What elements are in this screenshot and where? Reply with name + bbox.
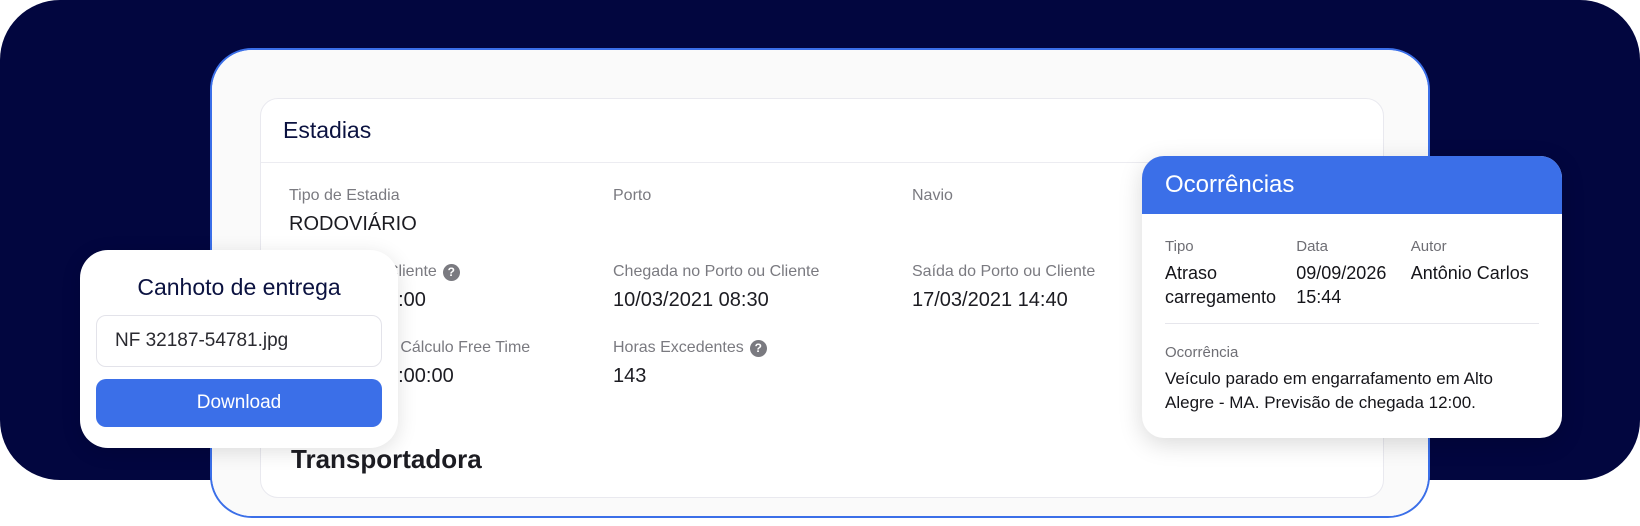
ocorrencia-tipo-value: Atraso carregamento (1165, 263, 1277, 307)
ocorrencias-columns: Tipo Atraso carregamento Data 09/09/2026… (1165, 238, 1539, 309)
canhoto-title: Canhoto de entrega (137, 274, 341, 300)
ocorrencias-divider (1165, 323, 1539, 324)
help-circle-icon[interactable]: ? (442, 263, 460, 281)
ocorrencia-autor: Autor Antônio Carlos (1411, 238, 1539, 309)
stays-card-header: Estadias (261, 99, 1383, 163)
field-label-text: Horas Excedentes (613, 339, 744, 356)
field-label: Chegada no Porto ou Cliente (613, 263, 820, 280)
field-value: 6:00:00 (387, 365, 454, 387)
field-value: 10/03/2021 08:30 (613, 289, 769, 311)
field-tipo-estadia: Tipo de Estadia RODOVIÁRIO (289, 187, 417, 236)
help-circle-icon[interactable]: ? (749, 339, 767, 357)
ocorrencias-header: Ocorrências (1142, 156, 1562, 214)
field-value: 17/03/2021 14:40 (912, 289, 1068, 311)
field-value: RODOVIÁRIO (289, 213, 417, 235)
ocorrencia-tipo: Tipo Atraso carregamento (1165, 238, 1296, 309)
field-label: a Cálculo Free Time (387, 339, 531, 356)
field-label: Navio (912, 187, 953, 204)
file-name-field[interactable]: NF 32187-54781.jpg (96, 315, 382, 367)
field-porto: Porto (613, 187, 651, 213)
field-label: Porto (613, 187, 652, 204)
field-value: 143 (613, 365, 647, 387)
canhoto-popup: Canhoto de entrega NF 32187-54781.jpg Do… (80, 250, 398, 448)
ocorrencia-data-label: Data (1296, 238, 1328, 255)
field-horas-excedentes: Horas Excedentes ? 143 (613, 339, 767, 388)
field-label: Tipo de Estadia (289, 187, 400, 204)
ocorrencia-data-value: 09/09/2026 15:44 (1296, 263, 1387, 307)
field-chegada-porto-cliente: Chegada no Porto ou Cliente 10/03/2021 0… (613, 263, 819, 312)
field-saida-porto-cliente: Saída do Porto ou Cliente 17/03/2021 14:… (912, 263, 1095, 312)
ocorrencia-data: Data 09/09/2026 15:44 (1296, 238, 1410, 309)
download-button[interactable]: Download (96, 379, 382, 427)
ocorrencia-autor-value: Antônio Carlos (1410, 263, 1529, 283)
field-navio: Navio (912, 187, 953, 213)
ocorrencia-description-label: Ocorrência (1165, 344, 1239, 361)
field-label: Saída do Porto ou Cliente (912, 263, 1096, 280)
field-calculo-free-time: a Cálculo Free Time 6:00:00 (387, 339, 530, 388)
stays-title: Estadias (283, 117, 372, 143)
ocorrencia-tipo-label: Tipo (1165, 238, 1194, 255)
ocorrencia-autor-label: Autor (1410, 238, 1447, 255)
ocorrencias-body: Tipo Atraso carregamento Data 09/09/2026… (1142, 214, 1562, 415)
field-label: Horas Excedentes ? (613, 339, 767, 357)
ocorrencia-description: Veículo parado em engarrafamento em Alto… (1165, 369, 1493, 412)
ocorrencias-popup: Ocorrências Tipo Atraso carregamento Dat… (1142, 156, 1562, 438)
section-title-transportadora: Transportadora (291, 444, 482, 474)
